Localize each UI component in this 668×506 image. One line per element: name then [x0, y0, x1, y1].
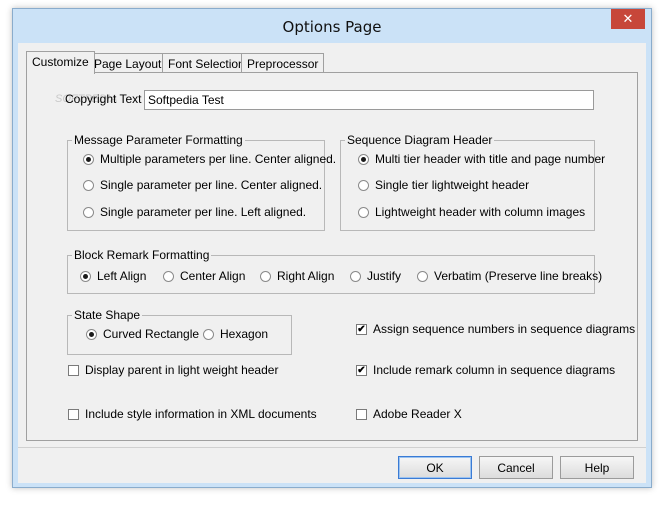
close-icon: ✕	[622, 11, 634, 26]
checkbox-display-parent[interactable]: Display parent in light weight header	[68, 363, 278, 377]
radio-justify[interactable]: Justify	[350, 269, 401, 283]
radio-single-param-center[interactable]: Single parameter per line. Center aligne…	[83, 178, 322, 192]
radio-label: Multi tier header with title and page nu…	[375, 152, 606, 166]
radio-label: Right Align	[277, 269, 335, 283]
radio-left-align[interactable]: Left Align	[80, 269, 146, 283]
help-button[interactable]: Help	[560, 456, 634, 479]
radio-empty-icon	[203, 328, 214, 340]
radio-label: Hexagon	[220, 327, 269, 341]
radio-multi-tier-header[interactable]: Multi tier header with title and page nu…	[358, 152, 605, 166]
checkbox-label: Include style information in XML documen…	[85, 407, 317, 421]
radio-label: Curved Rectangle	[103, 327, 200, 341]
tab-font-selection[interactable]: Font Selection	[162, 53, 251, 73]
radio-selected-icon	[83, 153, 94, 165]
radio-selected-icon	[86, 328, 97, 340]
radio-empty-icon	[83, 179, 94, 191]
copyright-label: Copyright Text	[65, 92, 142, 106]
radio-label: Lightweight header with column images	[375, 205, 586, 219]
window-title: Options Page	[282, 18, 382, 36]
checkbox-label: Assign sequence numbers in sequence diag…	[373, 322, 636, 336]
radio-curved-rectangle[interactable]: Curved Rectangle	[86, 327, 199, 341]
sequence-diagram-header-legend: Sequence Diagram Header	[347, 133, 493, 147]
radio-lightweight-column-images[interactable]: Lightweight header with column images	[358, 205, 585, 219]
ok-button[interactable]: OK	[398, 456, 472, 479]
message-parameter-formatting-legend: Message Parameter Formatting	[74, 133, 243, 147]
radio-multiple-params-center[interactable]: Multiple parameters per line. Center ali…	[83, 152, 336, 166]
radio-center-align[interactable]: Center Align	[163, 269, 245, 283]
checkbox-empty-icon	[68, 408, 79, 420]
radio-empty-icon	[163, 270, 174, 282]
checkbox-include-remark-column[interactable]: ✔ Include remark column in sequence diag…	[356, 363, 615, 377]
radio-empty-icon	[260, 270, 271, 282]
button-bar-separator	[18, 447, 646, 448]
radio-label: Single parameter per line. Center aligne…	[100, 178, 323, 192]
radio-selected-icon	[358, 153, 369, 165]
tab-page-layout[interactable]: Page Layout	[88, 53, 168, 73]
checkbox-empty-icon	[68, 364, 79, 376]
tab-preprocessor[interactable]: Preprocessor	[241, 53, 325, 73]
radio-empty-icon	[417, 270, 428, 282]
radio-empty-icon	[358, 179, 369, 191]
title-bar[interactable]: Options Page ✕	[13, 9, 651, 43]
close-button[interactable]: ✕	[611, 9, 645, 29]
radio-label: Verbatim (Preserve line breaks)	[434, 269, 603, 283]
radio-empty-icon	[358, 206, 369, 218]
radio-label: Single parameter per line. Left aligned.	[100, 205, 307, 219]
checkbox-label: Include remark column in sequence diagra…	[373, 363, 616, 377]
radio-empty-icon	[83, 206, 94, 218]
radio-single-param-left[interactable]: Single parameter per line. Left aligned.	[83, 205, 306, 219]
copyright-text-input[interactable]	[144, 90, 594, 110]
radio-single-tier-header[interactable]: Single tier lightweight header	[358, 178, 529, 192]
cancel-button[interactable]: Cancel	[479, 456, 553, 479]
checkbox-assign-sequence-numbers[interactable]: ✔ Assign sequence numbers in sequence di…	[356, 322, 635, 336]
block-remark-formatting-legend: Block Remark Formatting	[74, 248, 210, 262]
radio-label: Justify	[367, 269, 402, 283]
radio-verbatim[interactable]: Verbatim (Preserve line breaks)	[417, 269, 602, 283]
checkbox-include-style-info[interactable]: Include style information in XML documen…	[68, 407, 317, 421]
state-shape-legend: State Shape	[74, 308, 141, 322]
checkbox-label: Adobe Reader X	[373, 407, 462, 421]
radio-right-align[interactable]: Right Align	[260, 269, 334, 283]
options-window: Options Page ✕ Customize Page Layout Fon…	[12, 8, 652, 488]
checkbox-adobe-reader-x[interactable]: Adobe Reader X	[356, 407, 462, 421]
customize-panel: SOFTPEDIA Copyright Text Message Paramet…	[26, 72, 638, 441]
radio-label: Center Align	[180, 269, 246, 283]
dialog-client-area: Customize Page Layout Font Selection Pre…	[18, 43, 646, 483]
radio-selected-icon	[80, 270, 91, 282]
radio-label: Left Align	[97, 269, 147, 283]
tab-customize[interactable]: Customize	[26, 51, 95, 74]
radio-empty-icon	[350, 270, 361, 282]
checkbox-checked-icon: ✔	[356, 323, 367, 335]
checkbox-empty-icon	[356, 408, 367, 420]
radio-label: Single tier lightweight header	[375, 178, 530, 192]
checkbox-checked-icon: ✔	[356, 364, 367, 376]
checkbox-label: Display parent in light weight header	[85, 363, 279, 377]
radio-hexagon[interactable]: Hexagon	[203, 327, 268, 341]
radio-label: Multiple parameters per line. Center ali…	[100, 152, 337, 166]
